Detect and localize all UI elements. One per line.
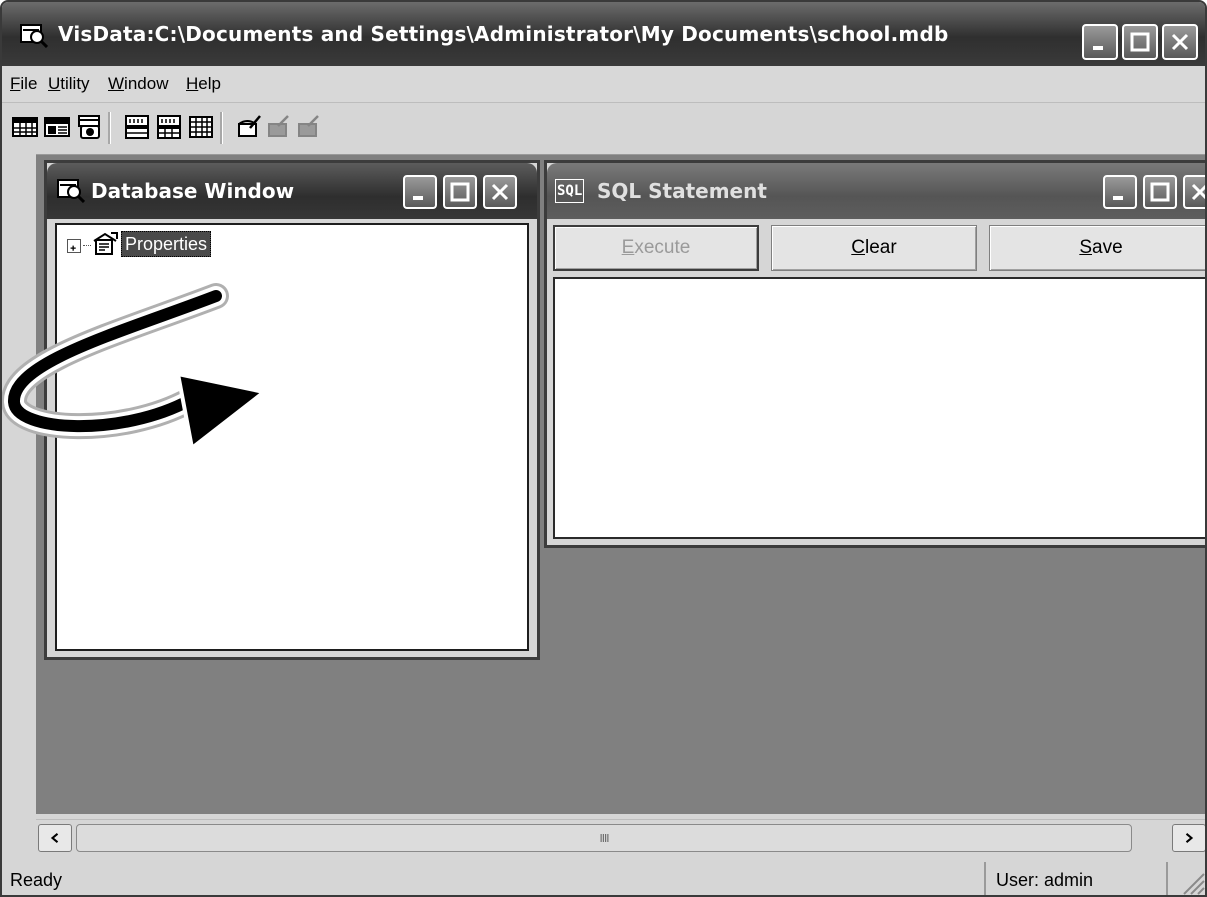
dbgrid-icon[interactable]	[156, 114, 182, 140]
sql-window-maximize-button[interactable]	[1143, 175, 1177, 209]
status-bar: Ready User: admin	[2, 860, 1206, 896]
database-window-title-bar[interactable]: Database Window	[47, 163, 537, 219]
execute-button[interactable]: Execute	[553, 225, 759, 271]
dynaset-icon[interactable]	[44, 114, 70, 140]
save-button[interactable]: Save	[989, 225, 1205, 271]
menu-window[interactable]: Window	[108, 74, 168, 94]
toolbar-separator	[220, 112, 223, 144]
menu-file[interactable]: File	[10, 74, 37, 94]
main-window-title: VisData:C:\Documents and Settings\Admini…	[58, 22, 949, 46]
scrollbar-thumb[interactable]: IIII	[76, 824, 1132, 852]
close-icon	[491, 183, 509, 201]
grid-icon[interactable]	[188, 114, 214, 140]
menu-utility[interactable]: Utility	[48, 74, 90, 94]
status-text: Ready	[10, 870, 63, 890]
sql-window-icon: SQL	[555, 179, 585, 203]
tree-connector-line	[83, 245, 91, 246]
status-panel-divider	[984, 862, 986, 895]
sql-statement-window: SQL SQL Statement Execute Clear Save	[544, 160, 1205, 548]
scroll-right-button[interactable]	[1172, 824, 1205, 852]
close-icon	[1191, 183, 1205, 201]
properties-icon	[91, 231, 119, 257]
tree-expand-icon[interactable]	[67, 239, 81, 253]
minimize-button[interactable]	[1082, 24, 1118, 60]
menu-bar: File Utility Window Help	[2, 66, 1205, 102]
database-window-maximize-button[interactable]	[443, 175, 477, 209]
toolbar	[2, 102, 1205, 154]
sql-window-close-button[interactable]	[1183, 175, 1205, 209]
status-panel-divider	[1166, 862, 1168, 895]
table-icon[interactable]	[12, 114, 38, 140]
close-button[interactable]	[1162, 24, 1198, 60]
clear-button[interactable]: Clear	[771, 225, 977, 271]
database-window-minimize-button[interactable]	[403, 175, 437, 209]
main-title-bar[interactable]: VisData:C:\Documents and Settings\Admini…	[2, 2, 1205, 66]
database-app-icon	[20, 22, 49, 49]
minimize-icon	[1113, 196, 1123, 200]
toolbar-separator	[108, 112, 111, 144]
database-window-close-button[interactable]	[483, 175, 517, 209]
visdata-main-window: VisData:C:\Documents and Settings\Admini…	[0, 0, 1207, 897]
sql-window-minimize-button[interactable]	[1103, 175, 1137, 209]
maximize-icon	[1150, 182, 1170, 202]
sql-window-title: SQL Statement	[597, 179, 767, 203]
scrollbar-grip: IIII	[599, 831, 610, 845]
commit-icon[interactable]	[266, 114, 292, 140]
database-window-icon	[57, 177, 86, 204]
sql-window-title-bar[interactable]: SQL SQL Statement	[547, 163, 1205, 219]
begin-transaction-icon[interactable]	[236, 114, 262, 140]
rollback-icon[interactable]	[296, 114, 322, 140]
snapshot-icon[interactable]	[76, 114, 102, 140]
data-control-icon[interactable]	[124, 114, 150, 140]
maximize-button[interactable]	[1122, 24, 1158, 60]
close-icon	[1171, 33, 1189, 51]
mdi-horizontal-scrollbar[interactable]: IIII	[36, 819, 1205, 855]
resize-grip-icon[interactable]	[1180, 868, 1206, 896]
database-window-title: Database Window	[91, 179, 295, 203]
minimize-icon	[413, 196, 423, 200]
maximize-icon	[450, 182, 470, 202]
scroll-left-button[interactable]	[38, 824, 72, 852]
curved-arrow-annotation	[2, 283, 266, 450]
minimize-icon	[1093, 46, 1103, 50]
chevron-right-icon	[1185, 833, 1194, 843]
status-user: User: admin	[996, 870, 1094, 890]
maximize-icon	[1130, 32, 1150, 52]
sql-text-area[interactable]	[553, 277, 1205, 539]
tree-item-properties[interactable]: Properties	[121, 231, 212, 257]
chevron-left-icon	[50, 833, 59, 843]
menu-help[interactable]: Help	[186, 74, 221, 94]
